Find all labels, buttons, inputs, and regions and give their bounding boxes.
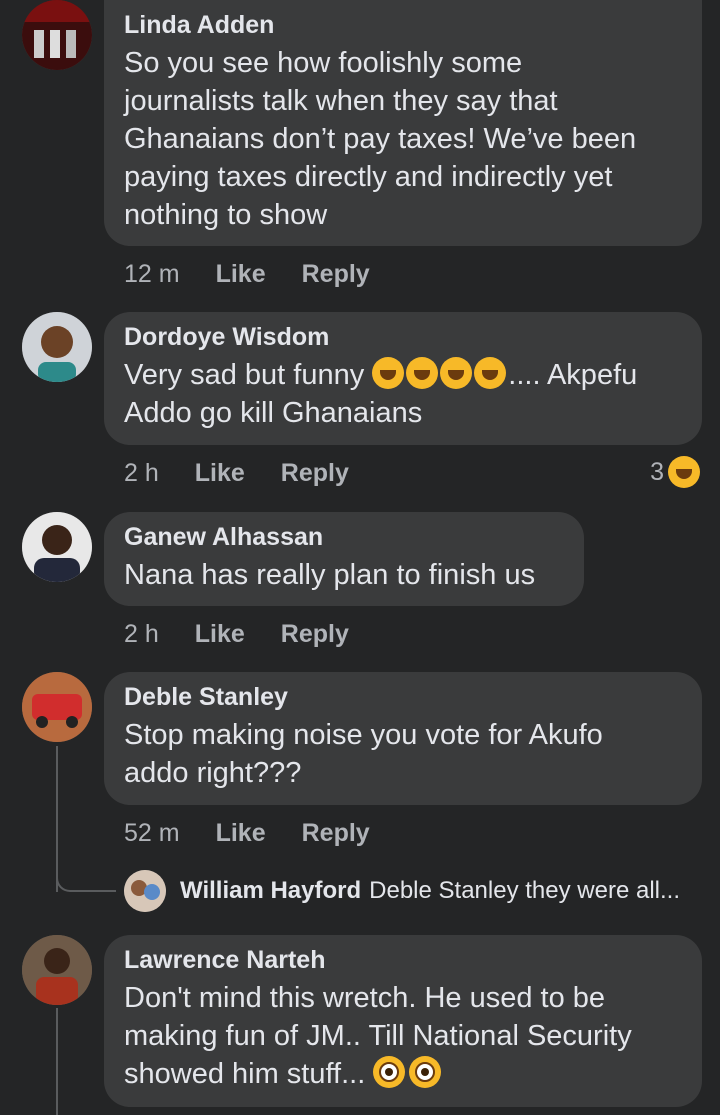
comment-text: Nana has really plan to finish us bbox=[124, 559, 536, 591]
comment-text: So you see how foolishly some journalist… bbox=[124, 47, 637, 231]
laughing-emoji-icon bbox=[474, 357, 507, 389]
comment-time[interactable]: 2 h bbox=[124, 459, 159, 488]
like-button[interactable]: Like bbox=[195, 459, 245, 488]
like-button[interactable]: Like bbox=[195, 620, 245, 649]
comment-text: Don't mind this wretch. He used to be ma… bbox=[124, 982, 632, 1090]
eyes-emoji-icon bbox=[373, 1056, 406, 1088]
comment-time[interactable]: 12 m bbox=[124, 260, 180, 289]
reply-button[interactable]: Reply bbox=[281, 459, 349, 488]
comment-actions: 12 m Like Reply bbox=[124, 260, 406, 289]
reaction-count[interactable]: 3 bbox=[650, 456, 702, 488]
reply-button[interactable]: Reply bbox=[281, 620, 349, 649]
thread-line bbox=[56, 1008, 58, 1115]
comment-author[interactable]: Linda Adden bbox=[124, 10, 682, 40]
comment-actions: 2 h Like Reply bbox=[124, 620, 385, 649]
comment-text: Very sad but funny .... Akpefu Addo go k… bbox=[124, 357, 638, 429]
like-button[interactable]: Like bbox=[216, 819, 266, 848]
thread-connector bbox=[56, 866, 116, 892]
laughing-emoji-icon bbox=[440, 357, 473, 389]
avatar[interactable] bbox=[22, 672, 92, 742]
laughing-emoji-icon bbox=[406, 357, 439, 389]
comment-time[interactable]: 2 h bbox=[124, 620, 159, 649]
reply-preview[interactable]: William Hayford Deble Stanley they were … bbox=[124, 870, 680, 912]
eyes-emoji-icon bbox=[409, 1056, 442, 1088]
comment-author[interactable]: Ganew Alhassan bbox=[124, 522, 564, 552]
avatar[interactable] bbox=[22, 0, 92, 70]
comment-bubble: Linda Adden So you see how foolishly som… bbox=[104, 0, 702, 246]
avatar[interactable] bbox=[22, 512, 92, 582]
comment-text: Stop making noise you vote for Akufo add… bbox=[124, 719, 603, 789]
comment-actions: 2 h Like Reply bbox=[124, 459, 385, 488]
reply-button[interactable]: Reply bbox=[302, 260, 370, 289]
comment-author[interactable]: Dordoye Wisdom bbox=[124, 322, 682, 352]
avatar[interactable] bbox=[22, 935, 92, 1005]
avatar[interactable] bbox=[22, 312, 92, 382]
comment-bubble: Lawrence Narteh Don't mind this wretch. … bbox=[104, 935, 702, 1107]
avatar[interactable] bbox=[124, 870, 166, 912]
reply-text: Deble Stanley they were all... bbox=[369, 877, 680, 904]
laughing-emoji-icon bbox=[372, 357, 405, 389]
comment-author[interactable]: Lawrence Narteh bbox=[124, 945, 682, 975]
reply-author[interactable]: William Hayford bbox=[180, 877, 361, 905]
comment-actions: 52 m Like Reply bbox=[124, 819, 406, 848]
laughing-reaction-icon bbox=[668, 456, 700, 488]
comment-bubble: Dordoye Wisdom Very sad but funny .... A… bbox=[104, 312, 702, 445]
reply-button[interactable]: Reply bbox=[302, 819, 370, 848]
comment-time[interactable]: 52 m bbox=[124, 819, 180, 848]
comment-bubble: Deble Stanley Stop making noise you vote… bbox=[104, 672, 702, 805]
like-button[interactable]: Like bbox=[216, 260, 266, 289]
comment-author[interactable]: Deble Stanley bbox=[124, 682, 682, 712]
comment-bubble: Ganew Alhassan Nana has really plan to f… bbox=[104, 512, 584, 606]
